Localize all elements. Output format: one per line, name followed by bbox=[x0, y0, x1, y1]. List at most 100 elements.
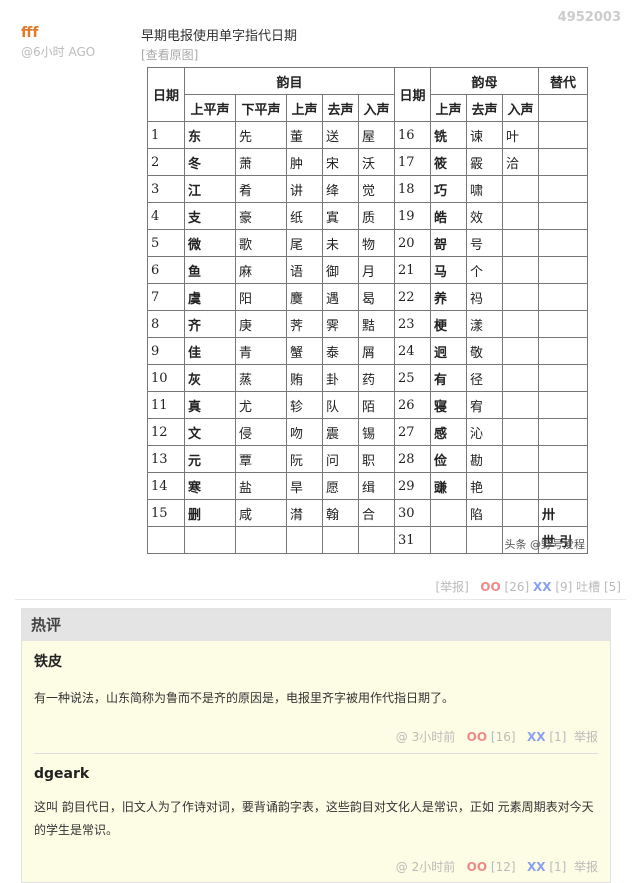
oo-count: [16] bbox=[490, 730, 516, 744]
table-cell: 灰 bbox=[184, 364, 236, 392]
table-cell bbox=[235, 526, 287, 554]
table-cell: 31 bbox=[394, 526, 431, 554]
post-author[interactable]: fff bbox=[21, 25, 38, 41]
report-link[interactable]: 举报 bbox=[574, 860, 598, 874]
table-cell: 江 bbox=[184, 175, 236, 203]
comment-author[interactable]: dgeark bbox=[34, 754, 598, 782]
table-cell bbox=[147, 526, 185, 554]
table-cell: 豏 bbox=[430, 472, 467, 500]
header-col: 上平声 bbox=[184, 94, 236, 122]
table-cell: 个 bbox=[466, 256, 503, 284]
table-cell: 20 bbox=[394, 229, 431, 257]
table-cell: 12 bbox=[147, 418, 185, 446]
table-cell bbox=[538, 202, 588, 230]
xx-count: [1] bbox=[549, 730, 567, 744]
table-cell: 尾 bbox=[286, 229, 323, 257]
table-cell: 队 bbox=[322, 391, 359, 419]
table-cell: 未 bbox=[322, 229, 359, 257]
table-cell: 盐 bbox=[235, 472, 287, 500]
table-cell: 东 bbox=[184, 121, 236, 149]
table-cell: 9 bbox=[147, 337, 185, 365]
view-original-link[interactable]: [查看原图] bbox=[141, 46, 198, 63]
oo-button[interactable]: OO bbox=[467, 860, 487, 874]
header-date: 日期 bbox=[147, 67, 185, 122]
comment-time: @ 2小时前 bbox=[395, 860, 456, 874]
table-cell: 勘 bbox=[466, 445, 503, 473]
table-cell: 屋 bbox=[358, 121, 395, 149]
table-cell: 沃 bbox=[358, 148, 395, 176]
table-cell: 宥 bbox=[466, 391, 503, 419]
table-cell: 御 bbox=[322, 256, 359, 284]
oo-button[interactable]: OO bbox=[480, 580, 500, 594]
table-cell: 寝 bbox=[430, 391, 467, 419]
table-cell: 萧 bbox=[235, 148, 287, 176]
table-cell bbox=[502, 202, 539, 230]
table-cell bbox=[286, 526, 323, 554]
table-cell: 卦 bbox=[322, 364, 359, 392]
table-cell: 3 bbox=[147, 175, 185, 203]
table-cell: 愿 bbox=[322, 472, 359, 500]
table-cell: 皓 bbox=[430, 202, 467, 230]
xx-button[interactable]: XX bbox=[533, 580, 552, 594]
comment-author[interactable]: 铁皮 bbox=[34, 641, 598, 671]
table-cell: 25 bbox=[394, 364, 431, 392]
table-cell: 肴 bbox=[235, 175, 287, 203]
table-cell bbox=[538, 310, 588, 338]
table-cell: 13 bbox=[147, 445, 185, 473]
report-link[interactable]: 举报 bbox=[574, 730, 598, 744]
table-cell: 文 bbox=[184, 418, 236, 446]
table-cell: 11 bbox=[147, 391, 185, 419]
table-cell bbox=[430, 526, 467, 554]
oo-button[interactable]: OO bbox=[467, 730, 487, 744]
table-cell: 号 bbox=[466, 229, 503, 257]
table-cell: 霁 bbox=[322, 310, 359, 338]
table-cell: 24 bbox=[394, 337, 431, 365]
table-cell bbox=[502, 499, 539, 527]
table-cell: 阳 bbox=[235, 283, 287, 311]
header-col: 入声 bbox=[502, 94, 539, 122]
table-row: 10 灰蒸贿卦药 25 有径 bbox=[147, 364, 588, 392]
table-cell: 叶 bbox=[502, 121, 539, 149]
post-title: 早期电报使用单字指代日期 bbox=[141, 29, 298, 44]
table-cell: 豪 bbox=[235, 202, 287, 230]
table-cell: 霰 bbox=[466, 148, 503, 176]
table-cell bbox=[538, 472, 588, 500]
table-cell: 啸 bbox=[466, 175, 503, 203]
table-cell: 锡 bbox=[358, 418, 395, 446]
table-cell bbox=[358, 526, 395, 554]
table-cell: 26 bbox=[394, 391, 431, 419]
table-cell: 元 bbox=[184, 445, 236, 473]
header-tidai: 替代 bbox=[538, 67, 588, 95]
table-cell: 23 bbox=[394, 310, 431, 338]
xx-button[interactable]: XX bbox=[527, 730, 546, 744]
table-cell: 遇 bbox=[322, 283, 359, 311]
tucao-link[interactable]: 吐槽 [5] bbox=[576, 580, 621, 594]
post-id[interactable]: 4952003 bbox=[558, 10, 621, 25]
table-cell: 微 bbox=[184, 229, 236, 257]
comment-time: @ 3小时前 bbox=[395, 730, 456, 744]
table-cell: 月 bbox=[358, 256, 395, 284]
table-cell bbox=[184, 526, 236, 554]
table-cell: 迥 bbox=[430, 337, 467, 365]
table-cell: 咸 bbox=[235, 499, 287, 527]
table-cell: 寘 bbox=[322, 202, 359, 230]
xx-button[interactable]: XX bbox=[527, 860, 546, 874]
table-row: 9 佳青蟹泰屑 24 迥敬 bbox=[147, 337, 588, 365]
post-actions: [举报] OO [26] XX [9] 吐槽 [5] bbox=[435, 578, 621, 595]
table-cell: 卅 bbox=[538, 499, 588, 527]
table-cell: 宋 bbox=[322, 148, 359, 176]
report-link[interactable]: [举报] bbox=[435, 580, 468, 594]
table-row: 8 齐庚荠霁黠 23 梗漾 bbox=[147, 310, 588, 338]
table-cell: 翰 bbox=[322, 499, 359, 527]
table-cell bbox=[502, 229, 539, 257]
table-cell bbox=[502, 337, 539, 365]
divider bbox=[15, 599, 626, 600]
table-cell: 22 bbox=[394, 283, 431, 311]
table-cell: 铣 bbox=[430, 121, 467, 149]
table-cell: 7 bbox=[147, 283, 185, 311]
post-image: 日期 韵目 日期 韵母 替代 上平声 下平声 上声 去声 入声 上声 去声 入声… bbox=[147, 67, 588, 554]
table-cell: 冬 bbox=[184, 148, 236, 176]
table-cell: 震 bbox=[322, 418, 359, 446]
table-row: 6 鱼麻语御月 21 马个 bbox=[147, 256, 588, 284]
comment-item: dgeark 这叫 韵目代日，旧文人为了作诗对词，要背诵韵字表，这些韵目对文化人… bbox=[22, 754, 610, 875]
